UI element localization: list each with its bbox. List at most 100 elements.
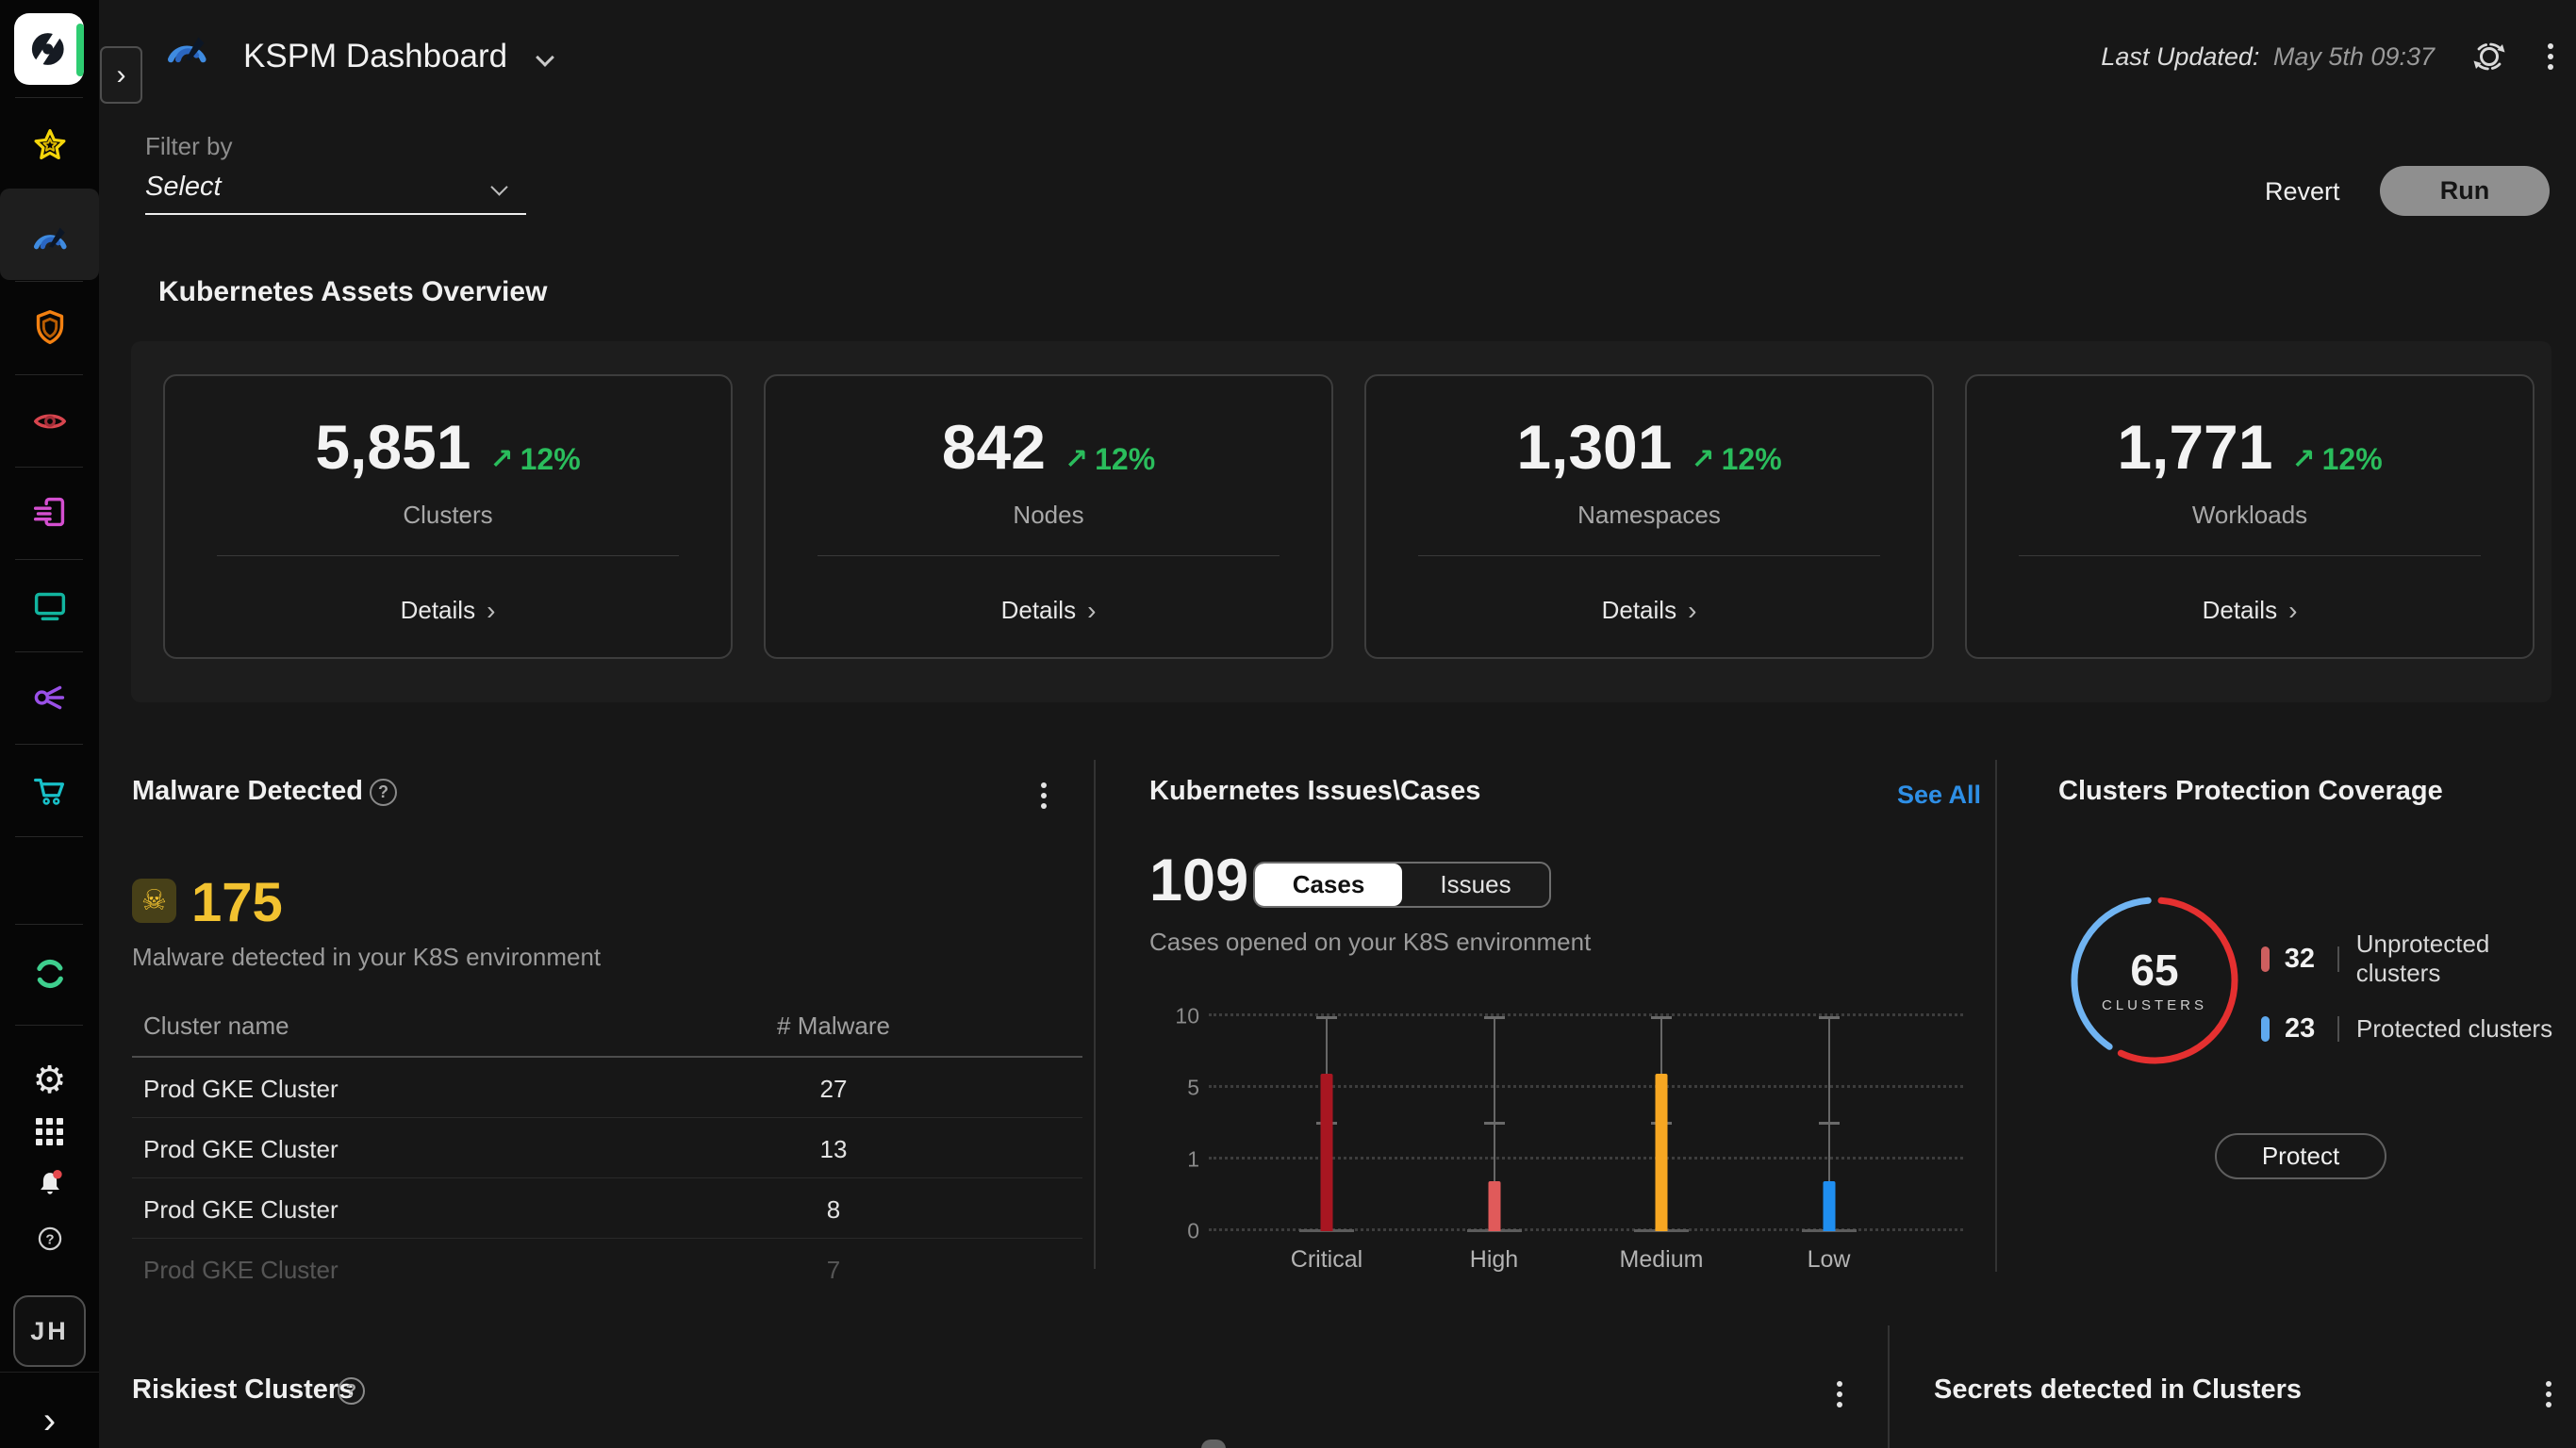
header-kebab-menu-icon[interactable] [2544, 40, 2557, 74]
bar-low[interactable] [1823, 1180, 1835, 1231]
malware-table-row[interactable]: Prod GKE Cluster 8 [132, 1178, 1082, 1239]
toggle-option-issues[interactable]: Issues [1402, 864, 1549, 906]
sidebar-item-kspm-dashboard[interactable] [0, 206, 99, 272]
chart-column-medium: Medium [1577, 1016, 1745, 1273]
malware-count-cell: 7 [826, 1256, 841, 1284]
legend-value: 23 [2285, 1012, 2316, 1044]
bell-icon [40, 1169, 62, 1194]
secrets-kebab-menu-icon[interactable] [2542, 1377, 2555, 1411]
grid-icon [36, 1117, 63, 1145]
dashboard-switcher-chevron-down-icon[interactable] [536, 48, 554, 67]
sidebar-divider [15, 836, 83, 837]
cases-severity-chart: 0 1 5 10 Critical High Medium Low [1165, 996, 1976, 1288]
skull-icon: ☠ [141, 884, 167, 916]
issues-count: 109 [1149, 847, 1249, 913]
sidebar-item-workstations[interactable] [0, 572, 99, 638]
asset-count: 842 [941, 412, 1046, 482]
y-axis-tick: 1 [1187, 1146, 1199, 1172]
filter-select-value: Select [145, 172, 222, 202]
asset-card: 842 ↗ 12% Nodes Details › [764, 374, 1333, 659]
legend-row: 23 Protected clusters [2261, 1012, 2576, 1045]
gear-icon: ⚙ [32, 1060, 67, 1101]
riskiest-gauge-partial [1201, 1440, 1226, 1448]
chart-column-critical: Critical [1243, 1016, 1411, 1273]
legend-color-pill [2261, 1015, 2270, 1042]
sidebar-item-shield[interactable] [0, 294, 99, 360]
asset-card: 1,301 ↗ 12% Namespaces Details › [1364, 374, 1934, 659]
coverage-legend: 32 Unprotected clusters 23 Protected clu… [2261, 930, 2576, 1045]
cart-icon [33, 778, 64, 805]
chevron-right-icon: › [487, 595, 496, 625]
sidebar-divider [15, 651, 83, 652]
sidebar-divider [15, 559, 83, 560]
sidebar-item-help[interactable]: ? [0, 1206, 99, 1272]
header-right-group: Last Updated: May 5th 09:37 [2101, 34, 2557, 79]
bar-medium[interactable] [1655, 1073, 1668, 1231]
shield-icon [36, 309, 63, 345]
details-link[interactable]: Details › [766, 596, 1331, 625]
app-logo[interactable] [14, 13, 84, 85]
bar-high[interactable] [1488, 1180, 1500, 1231]
details-link[interactable]: Details › [1967, 596, 2533, 625]
sidebar-divider [15, 374, 83, 375]
malware-table-body: Prod GKE Cluster 27 Prod GKE Cluster 13 … [132, 1058, 1082, 1299]
sidebar-expand-button[interactable]: › [0, 1402, 99, 1440]
bar-critical[interactable] [1320, 1073, 1333, 1231]
malware-panel-title: Malware Detected [132, 776, 363, 806]
gauge-icon [33, 227, 67, 250]
toggle-option-cases[interactable]: Cases [1255, 864, 1402, 906]
column-header-cluster-name: Cluster name [143, 1012, 289, 1040]
malware-table-row[interactable]: Prod GKE Cluster 7 [132, 1239, 1082, 1299]
monitor-icon [34, 592, 65, 621]
sidebar-item-sync[interactable] [0, 941, 99, 1007]
sidebar-item-marketplace[interactable] [0, 757, 99, 823]
legend-separator [2337, 1015, 2339, 1042]
chevron-right-icon: › [116, 58, 126, 90]
revert-button[interactable]: Revert [2265, 177, 2340, 206]
malware-table-row[interactable]: Prod GKE Cluster 13 [132, 1118, 1082, 1178]
document-send-icon [33, 497, 64, 527]
riskiest-help-icon[interactable]: ? [338, 1377, 365, 1405]
assets-overview-title: Kubernetes Assets Overview [158, 276, 548, 307]
details-link[interactable]: Details › [1366, 596, 1932, 625]
sidebar-item-threat-eye[interactable] [0, 387, 99, 453]
cluster-name-cell: Prod GKE Cluster [143, 1075, 339, 1103]
select-underline [145, 213, 526, 215]
details-link[interactable]: Details › [165, 596, 731, 625]
refresh-icon[interactable] [2467, 34, 2512, 79]
last-updated-label: Last Updated: [2101, 41, 2260, 71]
sidebar-item-favorites[interactable] [0, 112, 99, 178]
protect-button[interactable]: Protect [2215, 1133, 2386, 1179]
malware-help-icon[interactable]: ? [370, 779, 397, 806]
whisker-max-cap [1316, 1016, 1337, 1019]
asset-delta: ↗ 12% [2291, 442, 2383, 476]
see-all-link[interactable]: See All [1897, 781, 1981, 810]
sidebar-item-connections[interactable] [0, 665, 99, 731]
svg-text:?: ? [45, 1232, 54, 1248]
cluster-name-cell: Prod GKE Cluster [143, 1135, 339, 1163]
sidebar-item-reports[interactable] [0, 480, 99, 546]
trend-up-icon: ↗ [1691, 444, 1715, 475]
malware-kebab-menu-icon[interactable] [1037, 779, 1050, 813]
card-divider [217, 555, 679, 556]
user-avatar[interactable]: JH [13, 1295, 86, 1367]
collapse-toggle-button[interactable]: › [100, 46, 142, 104]
trend-up-icon: ↗ [1064, 444, 1089, 475]
sidebar: ⚙ ? JH › [0, 0, 99, 1448]
asset-cards-row: 5,851 ↗ 12% Clusters Details › 842 ↗ 12%… [163, 374, 2535, 659]
riskiest-kebab-menu-icon[interactable] [1833, 1377, 1846, 1411]
column-header-malware-count: # Malware [777, 1012, 890, 1040]
legend-label: Protected clusters [2356, 1013, 2553, 1043]
y-axis-tick: 10 [1175, 1003, 1199, 1028]
donut-center-label: 65 CLUSTERS [2065, 891, 2244, 1070]
asset-count: 1,771 [2117, 412, 2273, 482]
last-updated-value: May 5th 09:37 [2272, 41, 2435, 71]
whisker-max-cap [1483, 1016, 1505, 1019]
malware-table-row[interactable]: Prod GKE Cluster 27 [132, 1058, 1082, 1118]
run-button[interactable]: Run [2380, 166, 2550, 216]
sidebar-divider [15, 744, 83, 745]
filter-select[interactable]: Select [145, 172, 526, 215]
secrets-panel-title: Secrets detected in Clusters [1934, 1374, 2303, 1405]
notification-badge [52, 1169, 62, 1179]
asset-delta: ↗ 12% [1064, 442, 1156, 476]
